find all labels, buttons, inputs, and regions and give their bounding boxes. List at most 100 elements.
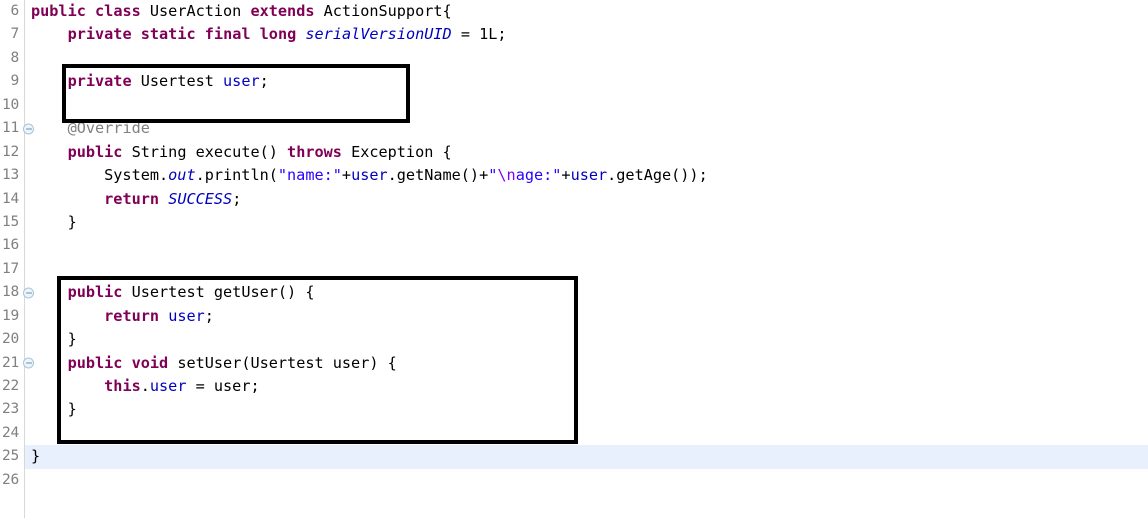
code-line[interactable]: private Usertest user; bbox=[25, 70, 1148, 93]
code-token-plain: ; bbox=[204, 306, 214, 325]
code-token-plain: ActionSupport{ bbox=[314, 2, 452, 20]
code-token-plain: UserAction bbox=[140, 2, 251, 20]
code-token-kw: long bbox=[259, 25, 297, 44]
code-token-plain: .getAge()); bbox=[607, 166, 708, 185]
gutter-row[interactable]: 25 bbox=[0, 445, 24, 468]
code-line[interactable]: } bbox=[25, 398, 1148, 421]
code-token-kw: extends bbox=[250, 2, 315, 20]
code-line[interactable]: return SUCCESS; bbox=[25, 188, 1148, 211]
code-line[interactable] bbox=[25, 47, 1148, 70]
code-token-kw: public bbox=[67, 353, 123, 372]
gutter-row[interactable]: 20 bbox=[0, 328, 24, 351]
gutter-row[interactable]: 21 bbox=[0, 352, 34, 375]
collapse-circle-minus-icon[interactable] bbox=[23, 357, 34, 369]
code-token-plain: setUser(Usertest user) { bbox=[168, 353, 397, 372]
gutter-row[interactable]: 18 bbox=[0, 281, 34, 304]
code-content-area[interactable]: public class UserAction extends ActionSu… bbox=[25, 0, 1148, 518]
code-token-esc: \n bbox=[497, 166, 516, 185]
line-number: 17 bbox=[1, 260, 19, 277]
code-editor[interactable]: 6 7 8 9 10 11 12 13 14 15 16 17 18 19 20 21 22 23 24 25 26 p… bbox=[0, 0, 1148, 518]
code-token-plain: ; bbox=[259, 72, 269, 91]
code-token-kw: return bbox=[104, 306, 160, 325]
code-token-plain: .println( bbox=[195, 166, 278, 185]
code-line[interactable]: } bbox=[25, 211, 1148, 234]
code-token-kw: void bbox=[131, 353, 169, 372]
code-line[interactable] bbox=[25, 469, 1148, 492]
code-token-plain: + bbox=[561, 166, 571, 185]
gutter-row[interactable]: 14 bbox=[0, 188, 24, 211]
line-number: 19 bbox=[1, 307, 19, 324]
code-line[interactable] bbox=[25, 234, 1148, 257]
code-token-plain: ; bbox=[232, 189, 242, 208]
code-token-plain: Usertest bbox=[131, 72, 224, 91]
code-token-plain: Exception { bbox=[341, 142, 452, 161]
gutter-row[interactable]: 16 bbox=[0, 234, 24, 257]
code-line[interactable]: return user; bbox=[25, 305, 1148, 328]
code-token-plain: = user; bbox=[186, 377, 260, 395]
gutter-row[interactable]: 22 bbox=[0, 375, 24, 398]
line-number: 22 bbox=[1, 378, 19, 394]
code-line[interactable]: this.user = user; bbox=[25, 375, 1148, 398]
gutter-row[interactable]: 12 bbox=[0, 141, 24, 164]
gutter-row[interactable]: 26 bbox=[0, 469, 24, 492]
line-number: 23 bbox=[1, 401, 19, 418]
gutter-row[interactable]: 10 bbox=[0, 94, 24, 117]
code-token-kw: public bbox=[67, 142, 123, 161]
code-token-plain: } bbox=[31, 400, 77, 419]
code-token-kw: public bbox=[31, 2, 86, 20]
gutter-row[interactable]: 19 bbox=[0, 305, 24, 328]
code-token-str: age:" bbox=[515, 166, 562, 185]
code-token-fld: user bbox=[223, 72, 260, 91]
code-token-fld: user bbox=[351, 166, 388, 185]
code-line[interactable] bbox=[25, 94, 1148, 117]
code-line[interactable] bbox=[25, 422, 1148, 445]
gutter-row[interactable]: 7 bbox=[0, 23, 24, 46]
code-line[interactable]: public void setUser(Usertest user) { bbox=[25, 352, 1148, 375]
gutter-row[interactable]: 17 bbox=[0, 258, 24, 281]
code-line[interactable]: @Override bbox=[25, 117, 1148, 140]
code-token-fld: user bbox=[149, 377, 187, 395]
code-token-fld-i: SUCCESS bbox=[168, 189, 233, 208]
gutter-row[interactable]: 8 bbox=[0, 47, 24, 70]
code-token-kw: class bbox=[95, 2, 141, 20]
code-token-plain: } bbox=[31, 212, 77, 231]
collapse-circle-minus-icon[interactable] bbox=[23, 287, 34, 299]
code-token-plain: } bbox=[31, 447, 41, 466]
line-number: 7 bbox=[10, 26, 19, 43]
gutter-row[interactable]: 15 bbox=[0, 211, 24, 234]
gutter-row[interactable]: 23 bbox=[0, 398, 24, 421]
code-line[interactable]: public class UserAction extends ActionSu… bbox=[25, 0, 1148, 23]
line-number: 20 bbox=[1, 331, 19, 348]
gutter-row[interactable]: 11 bbox=[0, 117, 34, 140]
gutter-row[interactable]: 9 bbox=[0, 70, 24, 93]
code-line[interactable]: public String execute() throws Exception… bbox=[25, 141, 1148, 164]
code-line[interactable]: } bbox=[25, 328, 1148, 351]
line-number: 11 bbox=[1, 120, 19, 137]
gutter-row[interactable]: 6 bbox=[0, 0, 24, 23]
code-line-current[interactable]: } bbox=[25, 445, 1148, 469]
line-number: 24 bbox=[1, 424, 19, 441]
code-line[interactable]: public Usertest getUser() { bbox=[25, 281, 1148, 304]
code-token-kw: public bbox=[67, 283, 123, 302]
code-line[interactable]: System.out.println("name:"+user.getName(… bbox=[25, 164, 1148, 187]
code-line[interactable] bbox=[25, 258, 1148, 281]
code-token-plain: System. bbox=[31, 166, 169, 185]
code-line[interactable]: private static final long serialVersionU… bbox=[25, 23, 1148, 46]
line-number: 16 bbox=[1, 237, 19, 254]
collapse-circle-minus-icon[interactable] bbox=[23, 123, 34, 135]
gutter-row[interactable]: 13 bbox=[0, 164, 24, 187]
code-token-plain: .getName()+ bbox=[387, 166, 489, 185]
code-token-fld-i: serialVersionUID bbox=[305, 25, 452, 44]
line-number-gutter[interactable]: 6 7 8 9 10 11 12 13 14 15 16 17 18 19 20 21 22 23 24 25 26 bbox=[0, 0, 34, 518]
gutter-row[interactable]: 24 bbox=[0, 422, 24, 445]
